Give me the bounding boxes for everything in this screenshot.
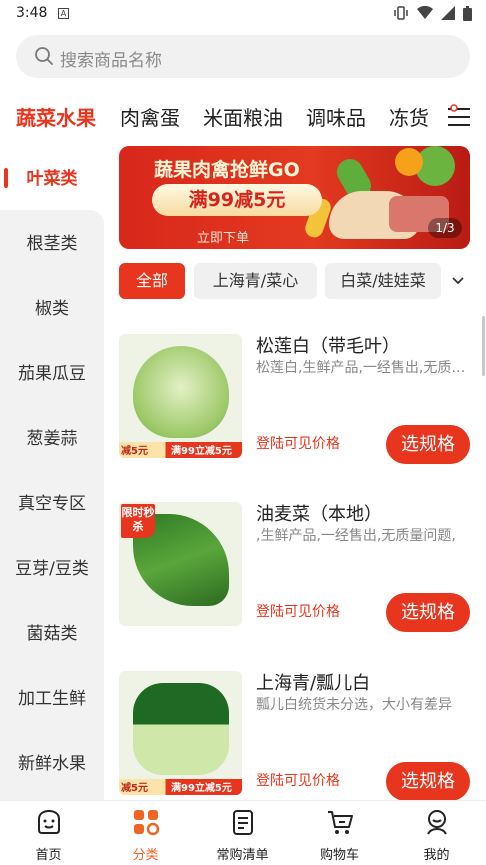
product-card[interactable]: 减5元 满99立减5元 松莲白（带毛叶） 松莲白,生鲜产品,一经售出,无质量问题… (119, 332, 470, 464)
chip-all[interactable]: 全部 (119, 263, 185, 299)
bottom-tab-bar: 首页 分类 常购清单 购物车 我的 (0, 800, 486, 865)
tab-profile[interactable]: 我的 (388, 807, 485, 863)
product-price-text: 登陆可见价格 (256, 604, 340, 620)
banner-cta[interactable]: 立即下单 (197, 227, 249, 246)
tab-label: 常购清单 (216, 848, 269, 863)
signal-icon (441, 6, 455, 20)
sidebar-item-leafy[interactable]: 叶菜类 (0, 159, 104, 199)
chevron-down-icon[interactable] (449, 271, 467, 289)
product-image[interactable]: 减5元 满99立减5元 (119, 334, 242, 458)
product-name[interactable]: 松莲白（带毛叶） (256, 332, 400, 358)
sidebar-item-mushrooms[interactable]: 菌菇类 (0, 614, 104, 654)
sidebar-item-fresh-fruit[interactable]: 新鲜水果 (0, 744, 104, 784)
product-price-text: 登陆可见价格 (256, 773, 340, 789)
scrollbar[interactable] (482, 316, 485, 376)
tab-label: 我的 (423, 848, 450, 863)
sidebar-item-sprouts-beans[interactable]: 豆芽/豆类 (0, 549, 104, 589)
threshold-tag: 满99立减5元 (171, 446, 232, 457)
sidebar-item-peppers[interactable]: 椒类 (0, 289, 104, 329)
product-image[interactable]: 减5元 满99立减5元 (119, 671, 242, 795)
discount-tag: 减5元 (121, 783, 148, 794)
product-name[interactable]: 油麦菜（本地） (256, 500, 382, 526)
product-desc: 瓢儿白统货未分选，大小有差异 (256, 697, 452, 713)
search-bar[interactable]: 搜索商品名称 (16, 35, 470, 78)
banner-title: 蔬果肉禽抢鲜GO (154, 159, 300, 181)
promo-banner[interactable]: 蔬果肉禽抢鲜GO 满99减5元 立即下单 1/3 (119, 146, 470, 249)
tab-cart[interactable]: 购物车 (291, 807, 388, 863)
banner-deal: 满99减5元 (152, 184, 322, 216)
vibrate-icon (394, 6, 408, 20)
tab-label: 首页 (35, 848, 62, 863)
banner-pepper-image (395, 148, 423, 176)
product-image[interactable]: 限时秒杀 (119, 502, 242, 626)
sidebar-item-vacuum[interactable]: 真空专区 (0, 484, 104, 524)
product-desc: ,生鲜产品,一经售出,无质量问题, (256, 528, 456, 544)
tab-frozen[interactable]: 冻货 (389, 102, 429, 131)
search-placeholder: 搜索商品名称 (60, 51, 162, 71)
chip-cabbage[interactable]: 白菜/娃娃菜 (325, 263, 441, 299)
all-categories-menu-icon[interactable] (446, 104, 472, 130)
status-bar: 3:48 A (0, 0, 486, 28)
flash-sale-badge: 限时秒杀 (121, 504, 155, 538)
product-card[interactable]: 限时秒杀 油麦菜（本地） ,生鲜产品,一经售出,无质量问题, 登陆可见价格 选规… (119, 500, 470, 632)
sidebar-item-processed[interactable]: 加工生鲜 (0, 679, 104, 719)
chip-shanghai-green[interactable]: 上海青/菜心 (194, 263, 317, 299)
sidebar-item-roots[interactable]: 根茎类 (0, 224, 104, 264)
product-price-text: 登陆可见价格 (256, 436, 340, 452)
sidebar-item-onion-garlic[interactable]: 葱姜蒜 (0, 419, 104, 459)
search-icon (35, 47, 53, 65)
tab-home[interactable]: 首页 (0, 807, 97, 863)
select-spec-button[interactable]: 选规格 (386, 762, 470, 801)
product-card[interactable]: 减5元 满99立减5元 上海青/瓢儿白 瓢儿白统货未分选，大小有差异 登陆可见价… (119, 669, 470, 801)
select-spec-button[interactable]: 选规格 (386, 593, 470, 632)
profile-icon (426, 810, 447, 835)
top-category-tabs: 蔬菜水果 肉禽蛋 米面粮油 调味品 冻货 (0, 100, 486, 134)
notification-icon: A (58, 8, 69, 19)
tab-label: 分类 (132, 848, 159, 863)
sidebar: 叶菜类 根茎类 椒类 茄果瓜豆 葱姜蒜 真空专区 豆芽/豆类 菌菇类 加工生鲜 … (0, 146, 104, 800)
tab-vegetables-fruits[interactable]: 蔬菜水果 (16, 102, 96, 131)
select-spec-button[interactable]: 选规格 (386, 425, 470, 464)
sidebar-item-gourds[interactable]: 茄果瓜豆 (0, 354, 104, 394)
threshold-tag: 满99立减5元 (171, 783, 232, 794)
tab-frequent-list[interactable]: 常购清单 (194, 807, 291, 863)
home-icon (37, 809, 60, 834)
cart-icon (327, 811, 353, 834)
status-time: 3:48 (16, 5, 48, 21)
status-icons (393, 5, 472, 21)
product-desc: 松莲白,生鲜产品,一经售出,无质量问题 (256, 360, 470, 376)
battery-icon (463, 5, 472, 21)
banner-page-indicator: 1/3 (428, 218, 462, 238)
tab-label: 购物车 (319, 848, 359, 863)
filter-chips: 全部 上海青/菜心 白菜/娃娃菜 (119, 263, 486, 299)
product-name[interactable]: 上海青/瓢儿白 (256, 669, 370, 695)
tab-rice-oil[interactable]: 米面粮油 (203, 102, 283, 131)
tab-category[interactable]: 分类 (97, 807, 194, 863)
tab-meat-eggs[interactable]: 肉禽蛋 (120, 102, 180, 131)
list-icon (232, 810, 253, 835)
tab-seasoning[interactable]: 调味品 (306, 102, 366, 131)
discount-tag: 减5元 (121, 446, 148, 457)
category-icon (133, 810, 159, 836)
wifi-icon (417, 6, 433, 19)
